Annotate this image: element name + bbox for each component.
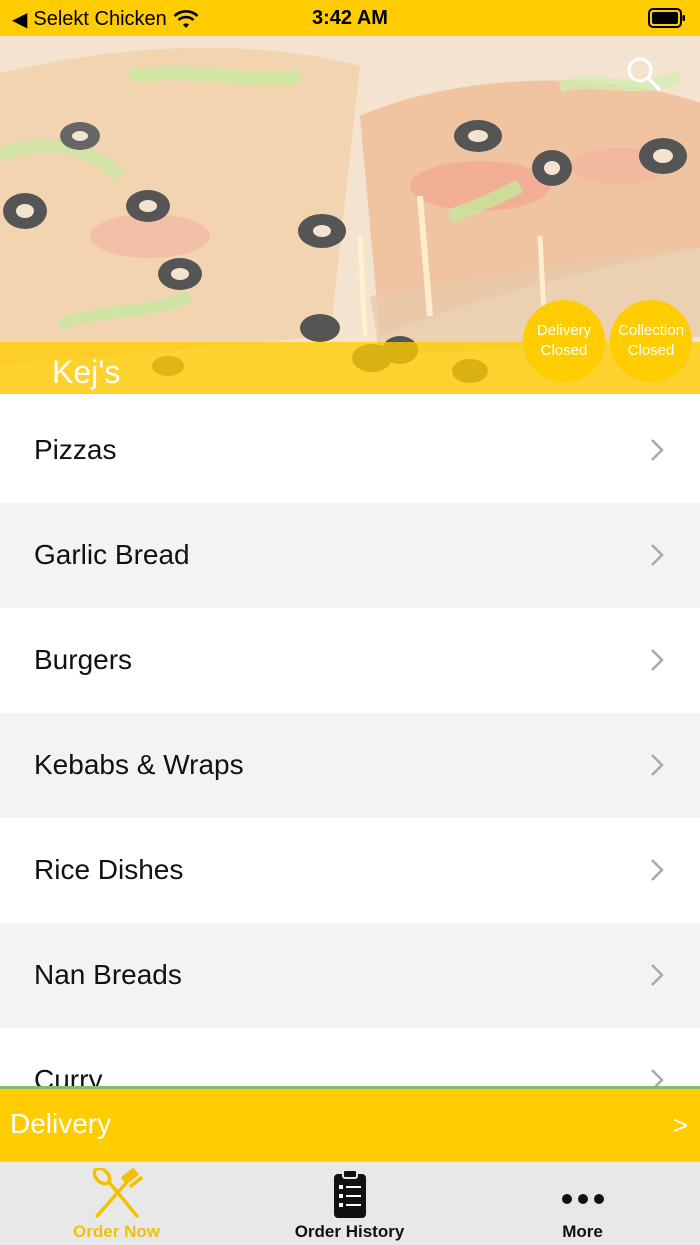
menu-item-label: Burgers xyxy=(34,644,133,675)
delivery-status-badge: Delivery Closed xyxy=(523,300,605,382)
collection-status-title: Collection xyxy=(618,322,684,339)
fork-knife-icon xyxy=(92,1168,143,1218)
chevron-right-icon xyxy=(651,859,664,881)
delivery-mode-button[interactable]: Delivery > xyxy=(0,1089,700,1161)
tab-order-history[interactable]: Order History xyxy=(233,1162,466,1245)
hero-banner: Kej's Delivery Closed Collection Closed xyxy=(0,36,700,394)
menu-item-garlic-bread[interactable]: Garlic Bread xyxy=(0,503,700,608)
chevron-right-icon xyxy=(651,439,664,461)
status-bar: ◀ Selekt Chicken 3:42 AM xyxy=(0,0,700,36)
menu-item-label: Kebabs & Wraps xyxy=(34,749,244,780)
tab-label: Order Now xyxy=(73,1222,160,1241)
tab-label: More xyxy=(562,1222,603,1241)
tab-order-now[interactable]: Order Now xyxy=(0,1162,233,1245)
menu-item-label: Pizzas xyxy=(34,434,117,465)
battery-icon xyxy=(648,8,686,33)
clipboard-list-icon xyxy=(333,1169,366,1218)
chevron-right-icon: > xyxy=(672,1110,688,1140)
menu-item-burgers[interactable]: Burgers xyxy=(0,608,700,713)
chevron-right-icon xyxy=(651,649,664,671)
chevron-right-icon xyxy=(651,544,664,566)
menu-item-rice-dishes[interactable]: Rice Dishes xyxy=(0,818,700,923)
tab-bar: Order Now Order History More xyxy=(0,1161,700,1245)
tab-more[interactable]: More xyxy=(466,1162,699,1245)
menu-item-label: Curry xyxy=(34,1064,103,1088)
restaurant-name: Kej's xyxy=(52,354,121,390)
menu-item-nan-breads[interactable]: Nan Breads xyxy=(0,923,700,1028)
chevron-right-icon xyxy=(651,1069,664,1088)
collection-status-badge: Collection Closed xyxy=(610,300,692,382)
menu-item-label: Garlic Bread xyxy=(34,539,190,570)
delivery-status-state: Closed xyxy=(540,342,588,359)
chevron-right-icon xyxy=(651,964,664,986)
menu-category-list[interactable]: Pizzas Garlic Bread Burgers Kebabs & Wra… xyxy=(0,398,700,1088)
menu-item-label: Rice Dishes xyxy=(34,854,184,885)
collection-status-state: Closed xyxy=(627,342,675,359)
menu-item-curry[interactable]: Curry xyxy=(0,1028,700,1088)
menu-item-label: Nan Breads xyxy=(34,959,182,990)
delivery-mode-label: Delivery xyxy=(10,1108,112,1139)
more-dots-icon xyxy=(561,1194,604,1204)
search-button[interactable] xyxy=(624,54,664,94)
status-time: 3:42 AM xyxy=(312,7,388,29)
tab-label: Order History xyxy=(294,1222,405,1241)
menu-item-pizzas[interactable]: Pizzas xyxy=(0,398,700,503)
delivery-status-title: Delivery xyxy=(536,322,592,339)
search-icon xyxy=(627,57,661,91)
menu-item-kebabs-wraps[interactable]: Kebabs & Wraps xyxy=(0,713,700,818)
chevron-right-icon xyxy=(651,754,664,776)
